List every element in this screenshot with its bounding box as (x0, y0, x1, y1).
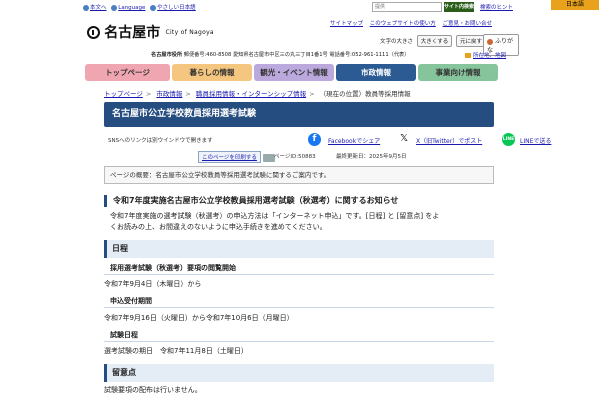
text-reset-button[interactable]: 元に戻す (456, 35, 487, 47)
facebook-icon[interactable]: f (308, 133, 321, 146)
notice-line-2: くお読みの上、お間違えのないように申込手続きを進めてください。 (110, 223, 327, 231)
city-emblem-icon (87, 25, 100, 39)
last-updated: 最終更新日：2025年9月5日 (336, 154, 407, 160)
page-id: ページID:50883 (274, 154, 316, 160)
map-link-label: 所在地、地図 (473, 53, 507, 59)
schedule-item-text: 令和7年9月4日（木曜日）から (104, 280, 202, 288)
line-icon[interactable]: LINE (502, 133, 515, 146)
utility-links: サイトマップ このウェブサイトの使い方 ご意見・お問い合せ (330, 19, 497, 27)
line-share-link[interactable]: LINEで送る (520, 136, 551, 145)
search-input[interactable]: 提供 (372, 2, 442, 12)
breadcrumb-item-top[interactable]: トップページ (104, 90, 143, 98)
site-logo[interactable]: 名古屋市 City of Nagoya (87, 22, 214, 42)
sitemap-link[interactable]: サイトマップ (330, 21, 363, 27)
how-to-use-link[interactable]: このウェブサイトの使い方 (370, 21, 436, 27)
facebook-share-link[interactable]: Facebookでシェア (328, 136, 380, 145)
notes-heading: 留意点 (104, 364, 494, 382)
language-badge[interactable]: 日本語 (551, 0, 599, 10)
schedule-item-label: 申込受付期間 (104, 295, 494, 308)
nav-tab-business[interactable]: 事業向け情報 (418, 64, 498, 81)
breadcrumb-current: （現在の位置）教員等採用情報 (319, 90, 411, 98)
text-larger-button[interactable]: 大きくする (416, 35, 453, 47)
x-share-link[interactable]: X（旧Twitter）でポスト (416, 136, 482, 145)
skip-to-content-link[interactable]: 本文へ (90, 5, 107, 11)
nav-tab-city-government[interactable]: 市政情報 (336, 64, 416, 81)
schedule-item-label: 試験日程 (104, 329, 494, 342)
contact-link[interactable]: ご意見・お問い合せ (443, 21, 493, 27)
site-name-en: City of Nagoya (165, 28, 214, 36)
postal-code: 郵便番号:460-8508 (183, 52, 232, 58)
notice-line-1: 令和7年度実施の選考試験（秋選考）の申込方法は「インターネット申込」です。[日程… (110, 212, 440, 220)
easy-japanese-icon (150, 4, 157, 11)
notice-heading: 令和7年度実施名古屋市公立学校教員採用選考試験（秋選考）に関するお知らせ (104, 195, 494, 207)
breadcrumb: トップページ > 市政情報 > 職員採用情報・インターンシップ情報 > （現在の位置）… (104, 88, 411, 98)
address-label: 名古屋市役所 (151, 52, 183, 58)
schedule-item-label: 採用選考試験（秋選考）要項の閲覧開始 (104, 262, 494, 275)
top-links: 本文へ Language やさしい日本語 (83, 3, 199, 11)
furigana-icon (487, 38, 493, 45)
share-note: SNSへのリンクは別ウインドウで開きます (108, 138, 213, 144)
search-button[interactable]: サイト内検索 (444, 2, 474, 12)
breadcrumb-item-city-government[interactable]: 市政情報 (156, 90, 182, 98)
globe-icon (111, 4, 118, 11)
map-icon (465, 53, 471, 58)
print-row: このページを印刷する (198, 151, 275, 163)
site-header: 本文へ Language やさしい日本語 名古屋市 City of Nagoya… (80, 0, 519, 62)
phone-number: 電話番号:052-961-1111（代表） (329, 52, 410, 58)
nav-tab-top[interactable]: トップページ (85, 64, 170, 81)
nav-tab-living[interactable]: 暮らしの情報 (172, 64, 252, 81)
breadcrumb-item-recruitment[interactable]: 職員採用情報・インターンシップ情報 (196, 90, 306, 98)
map-link[interactable]: 所在地、地図 (465, 51, 506, 59)
site-name: 名古屋市 (104, 25, 161, 41)
share-bar: SNSへのリンクは別ウインドウで開きます f Facebookでシェア 𝕏 X（… (108, 132, 551, 146)
print-page-button[interactable]: このページを印刷する (198, 151, 261, 163)
search-hint-link[interactable]: 検索のヒント (480, 3, 513, 11)
x-icon[interactable]: 𝕏 (400, 133, 408, 145)
schedule-item-text: 令和7年9月16日（火曜日）から令和7年10月6日（月曜日） (104, 314, 294, 322)
city-hall-address: 名古屋市役所 郵便番号:460-8508 愛知県名古屋市中区三の丸三丁目1番1号… (151, 51, 409, 58)
breadcrumb-separator: > (145, 90, 152, 98)
text-size-tools: 文字の大きさ 大きくする 元に戻す (380, 35, 488, 47)
street-address: 愛知県名古屋市中区三の丸三丁目1番1号 (232, 52, 328, 58)
page-summary: ページの概要：名古屋市公立学校教員等採用選考試験に関するご案内です。 (104, 166, 494, 184)
schedule-item-text: 選考試験の期日 令和7年11月8日（土曜日） (104, 347, 248, 355)
global-navigation: トップページ 暮らしの情報 観光・イベント情報 市政情報 事業向け情報 (85, 64, 498, 81)
nav-tab-tourism[interactable]: 観光・イベント情報 (254, 64, 334, 81)
easy-japanese-link[interactable]: やさしい日本語 (157, 5, 196, 11)
language-link[interactable]: Language (118, 5, 145, 11)
breadcrumb-separator: > (185, 90, 191, 98)
notice-body: 令和7年度実施の選考試験（秋選考）の申込方法は「インターネット申込」です。[日程… (110, 211, 490, 233)
arrow-icon (83, 4, 89, 11)
schedule-heading: 日程 (104, 240, 494, 258)
page-title: 名古屋市公立学校教員採用選考試験 (104, 102, 494, 127)
notes-text: 試験要項の配布は行いません。 (104, 386, 202, 394)
text-size-label: 文字の大きさ (380, 39, 414, 45)
breadcrumb-separator: > (309, 90, 315, 98)
